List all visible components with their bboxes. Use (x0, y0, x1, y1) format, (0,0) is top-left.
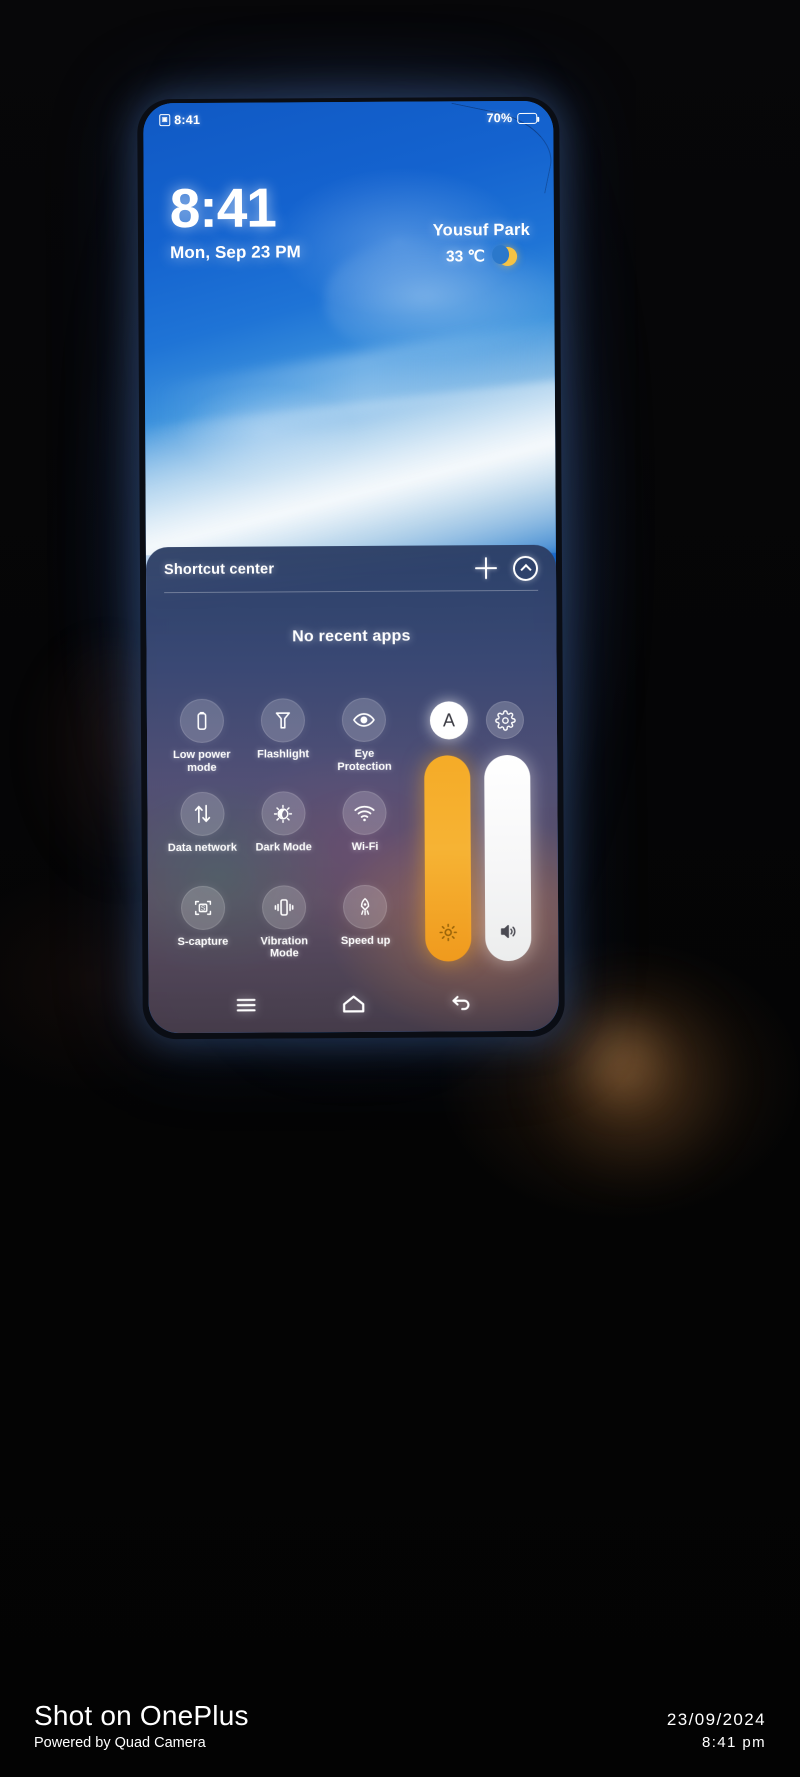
watermark-title: Shot on OnePlus (34, 1700, 249, 1731)
tile-label: Data network (167, 842, 237, 855)
weather-temperature: 33 ℃ (445, 248, 485, 266)
watermark-right: 23/09/2024 8:41 pm (667, 1710, 766, 1751)
header-actions (475, 555, 539, 581)
auto-brightness-label: A (442, 709, 455, 730)
tile-wifi[interactable]: Wi-Fi (324, 791, 406, 883)
volume-slider[interactable] (484, 754, 532, 962)
status-bar-left: ▣ 8:41 (159, 113, 200, 127)
tile-flashlight[interactable]: Flashlight (242, 698, 324, 790)
tile-dark-mode[interactable]: Dark Mode (243, 791, 325, 883)
tile-label: Wi-Fi (351, 841, 379, 854)
rocket-icon (343, 884, 388, 929)
watermark-date: 23/09/2024 (666, 1710, 766, 1729)
plus-icon[interactable] (475, 557, 497, 579)
battery-saver-icon (179, 698, 224, 744)
watermark-time: 8:41 pm (702, 1734, 766, 1751)
tile-eye-protection[interactable]: Eye Protection (323, 697, 405, 790)
watermark-left: Shot on OnePlus Powered by Quad Camera (34, 1700, 249, 1751)
sliders-row (411, 754, 544, 962)
slider-top-buttons: A (411, 697, 543, 744)
home-icon[interactable] (341, 991, 367, 1017)
status-bar-time: 8:41 (174, 112, 201, 128)
svg-text:S: S (200, 905, 205, 912)
vibration-icon (261, 884, 307, 930)
brightness-slider[interactable] (424, 755, 472, 962)
tile-label: Speed up (340, 934, 391, 947)
tile-s-capture[interactable]: S S-capture (162, 885, 244, 977)
sliders-column: A (405, 697, 545, 976)
tile-label: Low power mode (173, 748, 231, 774)
shortcut-center-panel: Shortcut center No recent apps Low power… (145, 544, 559, 1034)
chevron-up-circle-icon[interactable] (512, 555, 539, 581)
tile-label: Dark Mode (255, 841, 312, 854)
lockscreen-wallpaper (143, 100, 559, 601)
tile-data-network[interactable]: Data network (161, 792, 243, 884)
crescent-moon-icon (498, 247, 517, 266)
tile-label: S-capture (177, 935, 229, 948)
tile-vibration-mode[interactable]: Vibration Mode (243, 884, 325, 977)
phone-screen: ▣ 8:41 70% 8:41 Mon, Sep 23 PM Yousuf Pa… (143, 100, 559, 1034)
quick-settings-area: Low power mode Flashlight Eye Protection… (147, 697, 559, 977)
light-glare (560, 1000, 680, 1120)
shortcut-center-title: Shortcut center (163, 561, 275, 579)
weather-widget[interactable]: Yousuf Park 33 ℃ (433, 221, 531, 267)
wifi-icon (342, 791, 387, 836)
phone-device: ▣ 8:41 70% 8:41 Mon, Sep 23 PM Yousuf Pa… (137, 96, 565, 1040)
data-transfer-icon (180, 792, 225, 837)
eye-icon (342, 697, 387, 743)
tile-label: Vibration Mode (260, 934, 309, 960)
header-divider (164, 589, 539, 594)
status-bar: ▣ 8:41 70% (143, 101, 553, 138)
tile-label: Eye Protection (337, 747, 392, 773)
weather-location: Yousuf Park (432, 220, 530, 240)
watermark-subtitle: Powered by Quad Camera (34, 1735, 206, 1751)
back-icon[interactable] (449, 991, 474, 1016)
tile-label: Flashlight (257, 748, 310, 761)
camera-watermark: Shot on OnePlus Powered by Quad Camera 2… (0, 1700, 800, 1751)
lockscreen-clock: 8:41 Mon, Sep 23 PM (169, 176, 301, 263)
dark-mode-icon (261, 791, 306, 836)
speaker-volume-icon (498, 921, 519, 947)
auto-brightness-icon[interactable]: A (429, 701, 469, 740)
weather-detail-row: 33 ℃ (433, 247, 530, 267)
no-recent-apps-label: No recent apps (292, 627, 411, 646)
flashlight-icon (260, 698, 306, 743)
status-bar-right: 70% (487, 111, 538, 125)
lockscreen-date: Mon, Sep 23 PM (170, 242, 301, 263)
gear-icon[interactable] (485, 700, 525, 740)
quick-settings-tiles: Low power mode Flashlight Eye Protection… (161, 697, 407, 977)
battery-icon (517, 112, 538, 124)
navigation-bar (149, 981, 559, 1028)
brightness-sun-icon (438, 922, 458, 947)
menu-recents-icon[interactable] (234, 992, 259, 1017)
tile-speed-up[interactable]: Speed up (325, 884, 407, 976)
tile-low-power-mode[interactable]: Low power mode (161, 698, 243, 791)
lockscreen-time: 8:41 (169, 176, 277, 240)
screenshot-icon: S (180, 885, 225, 930)
shortcut-center-header: Shortcut center (146, 545, 556, 594)
battery-percent-label: 70% (486, 111, 513, 126)
sim-card-icon: ▣ (159, 114, 171, 127)
